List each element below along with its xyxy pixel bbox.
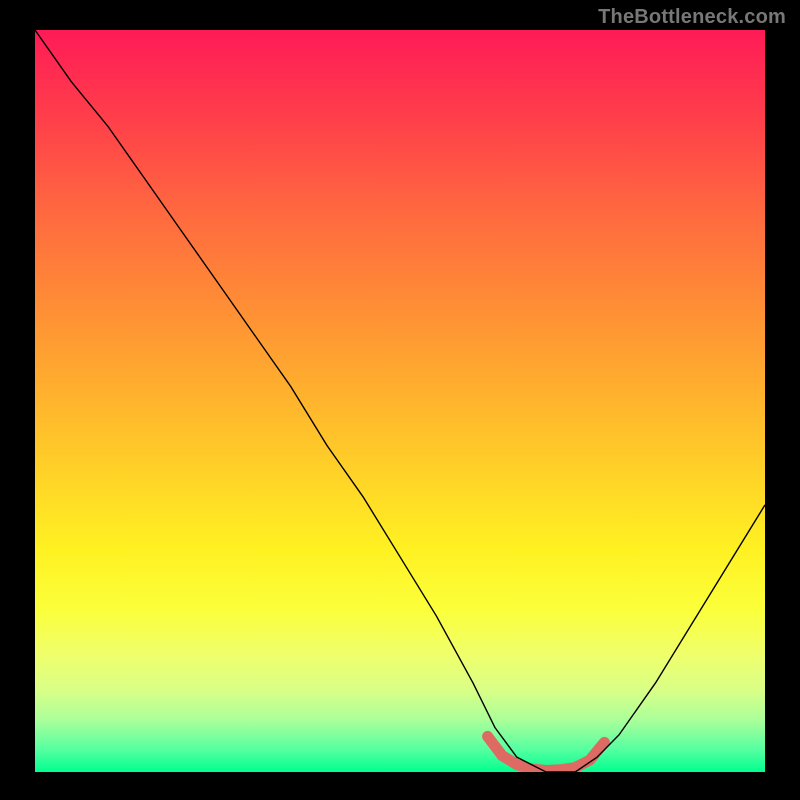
bottleneck-curve-path [35, 30, 765, 772]
plot-area [35, 30, 765, 772]
curve-layer [35, 30, 765, 772]
watermark-text: TheBottleneck.com [598, 6, 786, 29]
chart-frame: TheBottleneck.com [0, 0, 800, 800]
